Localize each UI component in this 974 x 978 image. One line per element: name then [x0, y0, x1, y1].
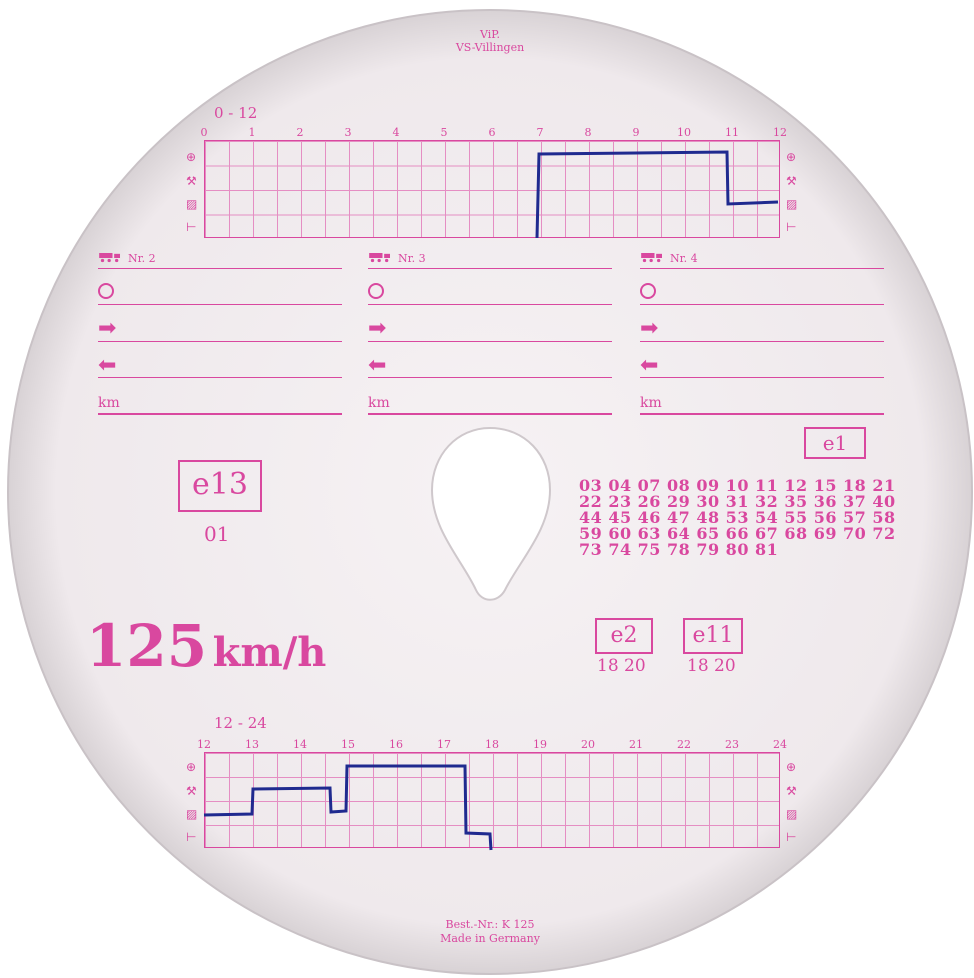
made-in: Made in Germany [440, 932, 540, 945]
order-footer: Best.-Nr.: K 125 Made in Germany [400, 918, 580, 946]
bottom-ink-trace [203, 764, 493, 851]
order-number: Best.-Nr.: K 125 [445, 918, 535, 931]
